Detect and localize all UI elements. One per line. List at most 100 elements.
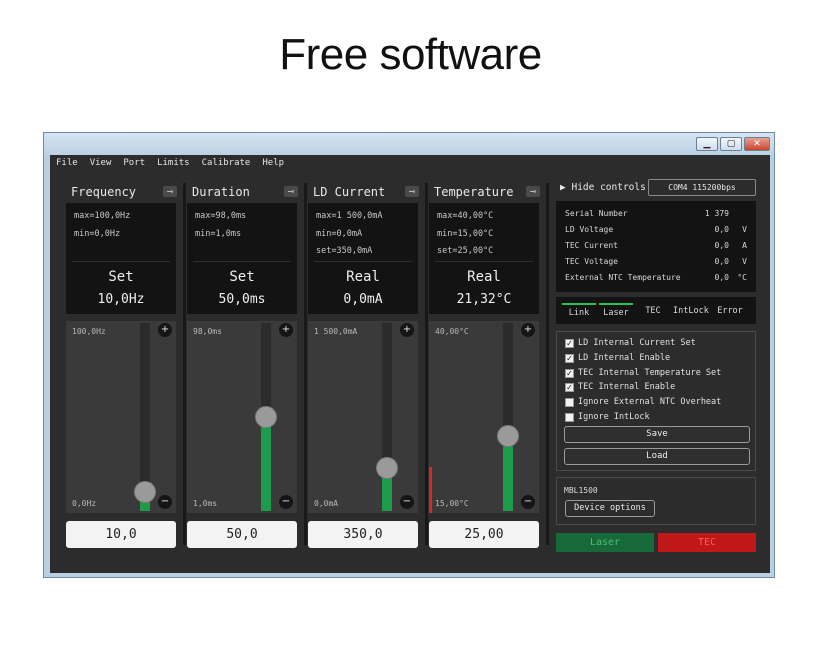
checkbox-label: LD Internal Current Set	[578, 338, 696, 348]
slider-track[interactable]	[255, 323, 277, 511]
device-options-button[interactable]: Device options	[565, 500, 655, 517]
max-line: max=1 500,0mA	[316, 211, 383, 221]
app-client-area: File View Port Limits Calibrate Help Fre…	[50, 155, 770, 573]
top-limit: 100,0Hz	[72, 327, 106, 336]
info-box: max=100,0Hz min=0,0Hz Set 10,0Hz	[66, 203, 176, 314]
panel-title: LD Current	[313, 185, 386, 199]
indicator-tec: TEC	[645, 306, 661, 316]
close-button[interactable]: ✕	[744, 137, 770, 151]
value-input[interactable]: 25,00	[429, 521, 539, 548]
pin-icon[interactable]: ⊸	[163, 186, 177, 197]
mode-label: Set	[108, 269, 134, 285]
menu-limits[interactable]: Limits	[157, 158, 190, 168]
info-box: max=98,0ms min=1,0ms Set 50,0ms	[187, 203, 297, 314]
reading: 10,0Hz	[97, 292, 145, 307]
port-status[interactable]: COM4 115200bps	[648, 179, 756, 196]
mode-label: Real	[346, 269, 380, 285]
maximize-button[interactable]: ▢	[720, 137, 742, 151]
laser-button[interactable]: Laser	[556, 533, 654, 552]
minimize-button[interactable]: ▁	[696, 137, 718, 151]
checkbox-box: ✓	[565, 338, 574, 348]
status-value: 0,0	[714, 273, 729, 282]
menu-view[interactable]: View	[90, 158, 112, 168]
value-input[interactable]: 50,0	[187, 521, 297, 548]
mode-label: Real	[467, 269, 501, 285]
checkbox-ignore-external-ntc-overheat[interactable]: Ignore External NTC Overheat	[565, 397, 721, 407]
checkbox-box	[565, 397, 574, 407]
min-line: min=0,0mA	[316, 229, 363, 239]
frequency-panel: Frequency ⊸ max=100,0Hz min=0,0Hz Set 10…	[64, 183, 181, 548]
mode-label: Set	[229, 269, 255, 285]
menu-port[interactable]: Port	[123, 158, 145, 168]
pin-icon[interactable]: ⊸	[526, 186, 540, 197]
menu-calibrate[interactable]: Calibrate	[202, 158, 251, 168]
status-label: TEC Voltage	[565, 257, 618, 266]
checkbox-tec-internal-enable[interactable]: ✓ TEC Internal Enable	[565, 382, 675, 392]
panel-title: Duration	[192, 185, 250, 199]
increment-button[interactable]: +	[400, 323, 414, 337]
increment-button[interactable]: +	[521, 323, 535, 337]
load-button[interactable]: Load	[564, 448, 750, 465]
status-label: External NTC Temperature	[565, 273, 681, 282]
save-button[interactable]: Save	[564, 426, 750, 443]
top-limit: 40,00°C	[435, 327, 469, 336]
decrement-button[interactable]: −	[158, 495, 172, 509]
value-input[interactable]: 350,0	[308, 521, 418, 548]
panel-title: Frequency	[71, 185, 137, 199]
decrement-button[interactable]: −	[279, 495, 293, 509]
slider-knob[interactable]	[376, 457, 398, 479]
menu-bar: File View Port Limits Calibrate Help	[56, 158, 284, 168]
slider-fill	[261, 417, 271, 511]
checkbox-tec-internal-temperature-set[interactable]: ✓ TEC Internal Temperature Set	[565, 368, 721, 378]
checkbox-ld-internal-current-set[interactable]: ✓ LD Internal Current Set	[565, 338, 696, 348]
max-line: max=40,00°C	[437, 211, 494, 221]
min-line: min=0,0Hz	[74, 229, 121, 239]
menu-help[interactable]: Help	[262, 158, 284, 168]
checkbox-box: ✓	[565, 368, 574, 378]
status-unit: A	[742, 241, 747, 250]
max-line: max=100,0Hz	[74, 211, 131, 221]
top-limit: 98,0ms	[193, 327, 222, 336]
increment-button[interactable]: +	[158, 323, 172, 337]
slider-knob[interactable]	[497, 425, 519, 447]
divider	[435, 261, 533, 262]
temperature-panel: Temperature ⊸ max=40,00°C min=15,00°C se…	[427, 183, 544, 548]
checkbox-ld-internal-enable[interactable]: ✓ LD Internal Enable	[565, 353, 670, 363]
checkbox-label: TEC Internal Temperature Set	[578, 368, 722, 378]
hide-controls-button[interactable]: ▶ Hide controls	[560, 182, 646, 193]
increment-button[interactable]: +	[279, 323, 293, 337]
indicator-intlock: IntLock	[673, 306, 709, 316]
checkbox-box	[565, 412, 574, 422]
pin-icon[interactable]: ⊸	[284, 186, 298, 197]
reading: 50,0ms	[218, 292, 266, 307]
divider	[193, 261, 291, 262]
slider-track[interactable]	[134, 323, 156, 511]
checkbox-label: TEC Internal Enable	[578, 382, 676, 392]
checkbox-box: ✓	[565, 353, 574, 363]
slider-knob[interactable]	[255, 406, 277, 428]
divider	[72, 261, 170, 262]
slider-fill	[503, 436, 513, 511]
device-name: MBL1500	[564, 486, 598, 495]
value-input[interactable]: 10,0	[66, 521, 176, 548]
actual-level-indicator	[429, 467, 432, 513]
tec-button[interactable]: TEC	[658, 533, 756, 552]
slider-area: 100,0Hz 0,0Hz + −	[66, 321, 176, 513]
panel-title: Temperature	[434, 185, 514, 199]
menu-file[interactable]: File	[56, 158, 78, 168]
hide-controls-label: Hide controls	[571, 182, 646, 193]
pin-icon[interactable]: ⊸	[405, 186, 419, 197]
status-row: Serial Number 1 379	[565, 209, 747, 218]
decrement-button[interactable]: −	[400, 495, 414, 509]
info-box: max=1 500,0mA min=0,0mA set=350,0mA Real…	[308, 203, 418, 314]
bottom-limit: 0,0mA	[314, 499, 339, 508]
page-headline: Free software	[279, 30, 542, 79]
slider-track[interactable]	[497, 323, 519, 511]
indicator-link: Link	[562, 303, 596, 318]
slider-knob[interactable]	[134, 481, 156, 503]
decrement-button[interactable]: −	[521, 495, 535, 509]
slider-track[interactable]	[376, 323, 398, 511]
ld-current-panel: LD Current ⊸ max=1 500,0mA min=0,0mA set…	[306, 183, 423, 548]
indicator-error: Error	[717, 306, 743, 316]
checkbox-ignore-intlock[interactable]: Ignore IntLock	[565, 412, 650, 422]
